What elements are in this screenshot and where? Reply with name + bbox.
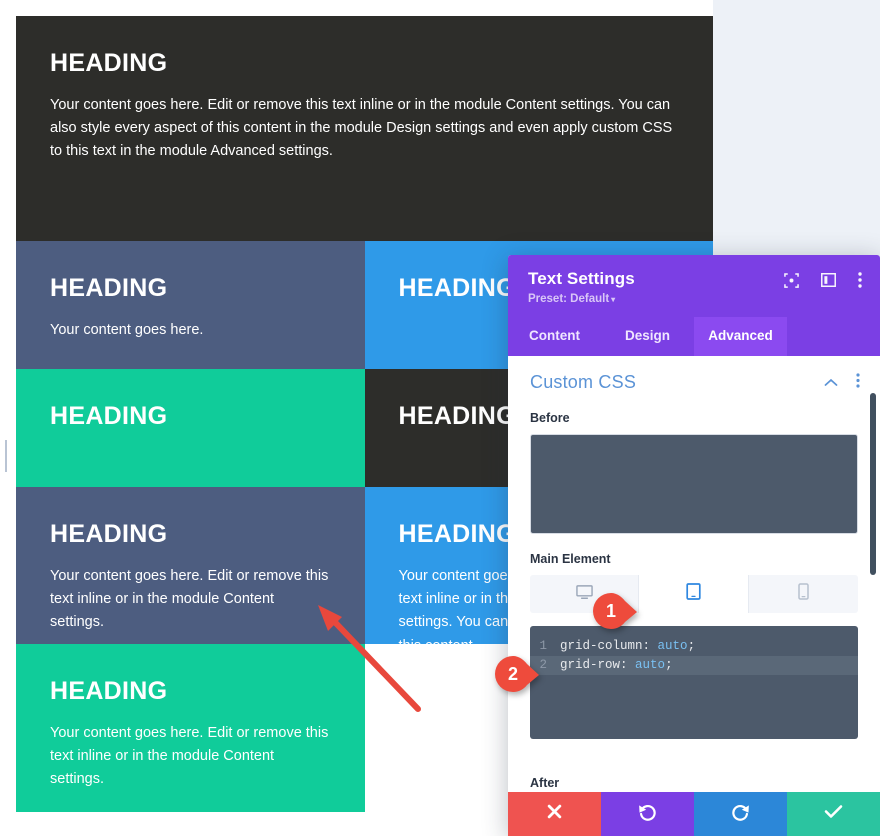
focus-icon[interactable]: [784, 272, 799, 288]
redo-icon: [731, 803, 750, 826]
save-button[interactable]: [787, 792, 880, 836]
code-line[interactable]: 2 grid-row: auto;: [530, 656, 858, 675]
phone-icon: [798, 583, 809, 605]
before-field: Before: [508, 411, 880, 534]
canvas-resize-handle[interactable]: [5, 440, 7, 472]
before-css-input[interactable]: [530, 434, 858, 534]
grid-cell[interactable]: HEADING Your content goes here. Edit or …: [16, 644, 365, 812]
cell-heading: HEADING: [50, 520, 168, 548]
modal-scrollbar[interactable]: [870, 356, 876, 792]
undo-icon: [638, 803, 657, 826]
tab-content[interactable]: Content: [508, 317, 601, 356]
css-property: grid-row: [560, 658, 621, 672]
scrollbar-thumb[interactable]: [870, 393, 876, 575]
device-tablet-button[interactable]: [639, 575, 749, 613]
css-value: auto: [635, 658, 666, 672]
code-line-content: grid-row: auto;: [560, 656, 673, 675]
cell-heading: HEADING: [50, 49, 168, 77]
cell-body: Your content goes here.: [50, 321, 204, 338]
section-title: Custom CSS: [530, 372, 637, 392]
cell-body: Your content goes here. Edit or remove t…: [50, 724, 329, 788]
desktop-icon: [575, 584, 593, 605]
main-element-label: Main Element: [530, 552, 611, 566]
preset-label: Preset: Default: [528, 293, 610, 305]
redo-button[interactable]: [694, 792, 787, 836]
section-kebab-menu-icon[interactable]: [856, 372, 860, 393]
kebab-menu-icon[interactable]: [858, 272, 862, 288]
cell-heading: HEADING: [50, 402, 168, 430]
device-toggle-group: [530, 575, 858, 613]
before-field-label: Before: [530, 411, 570, 425]
cell-heading: HEADING: [50, 274, 168, 302]
css-colon: :: [642, 639, 651, 653]
grid-cell[interactable]: HEADING Your content goes here.: [16, 241, 365, 369]
code-line[interactable]: 1 grid-column: auto;: [530, 637, 858, 656]
css-semicolon: ;: [687, 639, 696, 653]
cell-body: Your content goes here. Edit or remove t…: [50, 96, 673, 160]
device-phone-button[interactable]: [749, 575, 858, 613]
main-element-code-editor[interactable]: 1 grid-column: auto; 2 grid-row: auto;: [530, 626, 858, 739]
tab-design[interactable]: Design: [601, 317, 694, 356]
css-property: grid-column: [560, 639, 643, 653]
css-semicolon: ;: [665, 658, 673, 672]
x-icon: [547, 804, 562, 824]
modal-footer: [508, 792, 880, 836]
canvas-top-gap: [0, 0, 713, 16]
modal-body: Custom CSS Before Main Element 1 grid-co…: [508, 356, 880, 792]
modal-header-icons: [784, 272, 862, 288]
chevron-down-icon: ▾: [611, 295, 616, 304]
cell-heading: HEADING: [50, 677, 168, 705]
layout-panel-icon[interactable]: [821, 273, 836, 287]
tablet-icon: [686, 583, 701, 605]
modal-tabs: Content Design Advanced: [508, 317, 880, 356]
annotation-marker-2: 2: [494, 655, 540, 693]
grid-cell[interactable]: HEADING Your content goes here. Edit or …: [16, 16, 713, 241]
code-line-content: grid-column: auto;: [560, 637, 695, 656]
undo-button[interactable]: [601, 792, 694, 836]
custom-css-section-header: Custom CSS: [508, 356, 880, 403]
after-field-label: After: [530, 776, 560, 790]
css-colon: :: [620, 658, 628, 672]
annotation-marker-1: 1: [592, 592, 638, 630]
grid-cell[interactable]: HEADING Your content goes here. Edit or …: [16, 487, 365, 644]
section-controls: [824, 372, 860, 393]
screenshot-root: HEADING Your content goes here. Edit or …: [0, 0, 880, 836]
line-number: 1: [539, 639, 547, 653]
preset-selector[interactable]: Preset: Default ▾: [528, 293, 860, 305]
tab-advanced[interactable]: Advanced: [694, 317, 787, 356]
text-settings-modal: Text Settings Preset: Default ▾ Content …: [508, 255, 880, 836]
main-element-field: Main Element 1 grid-column: auto; 2 grid…: [508, 552, 880, 739]
annotation-marker-label: 1: [605, 600, 616, 621]
modal-header: Text Settings Preset: Default ▾: [508, 255, 880, 317]
chevron-up-icon[interactable]: [824, 374, 838, 392]
grid-row: HEADING Your content goes here. Edit or …: [16, 16, 713, 241]
cell-body: Your content goes here. Edit or remove t…: [50, 567, 329, 631]
annotation-marker-label: 2: [507, 663, 518, 684]
grid-cell[interactable]: HEADING: [16, 369, 365, 487]
css-value: auto: [657, 639, 688, 653]
cancel-button[interactable]: [508, 792, 601, 836]
check-icon: [824, 804, 843, 824]
